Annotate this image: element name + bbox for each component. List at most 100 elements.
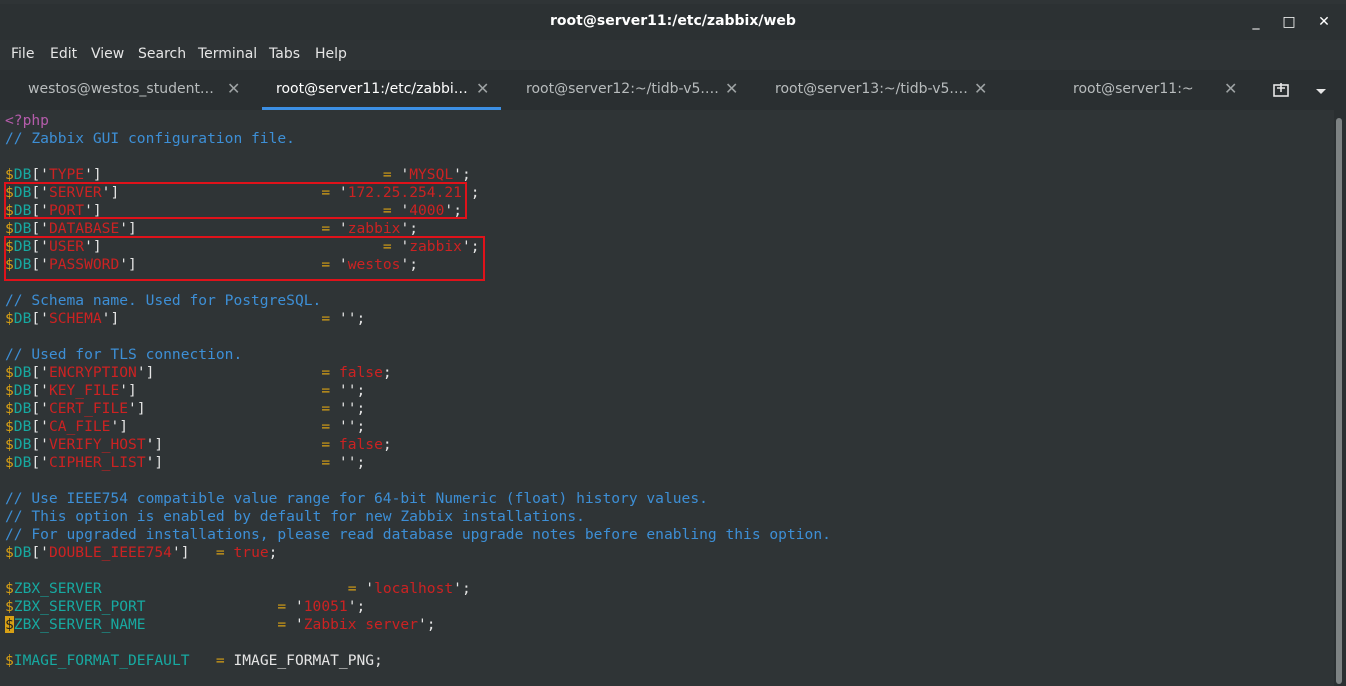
code-token: IMAGE_FORMAT_DEFAULT: [13, 652, 190, 669]
code-token: =: [321, 418, 339, 435]
code-token: =: [382, 166, 401, 183]
menu-search[interactable]: Search: [138, 46, 186, 62]
code-token: ': [365, 580, 375, 597]
code-token: ;: [426, 616, 436, 633]
code-token: ': [110, 418, 120, 435]
code-token: CIPHER_LIST: [48, 454, 146, 471]
code-token: // For upgraded installations, please re…: [5, 526, 831, 543]
code-token: ': [294, 616, 304, 633]
code-token: // This option is enabled by default for…: [5, 508, 585, 525]
menu-edit[interactable]: Edit: [50, 46, 77, 62]
code-token: =: [321, 454, 339, 471]
tab-menu-button[interactable]: [1310, 70, 1334, 110]
code-token: ': [136, 364, 146, 381]
code-token: // Schema name. Used for PostgreSQL.: [5, 292, 322, 309]
code-line: $DB['CIPHER_LIST'] = '';: [5, 454, 365, 472]
code-token: IMAGE_FORMAT_PNG;: [233, 652, 383, 669]
code-token: ]: [154, 454, 322, 471]
code-token: '': [338, 310, 357, 327]
menu-help[interactable]: Help: [315, 46, 347, 62]
tab-close-icon[interactable]: ✕: [974, 79, 987, 98]
code-token: $: [5, 220, 14, 237]
menu-bar: File Edit View Search Terminal Tabs Help: [0, 40, 1346, 70]
new-tab-button[interactable]: [1270, 70, 1294, 110]
code-token: ;: [356, 382, 366, 399]
code-token: zabbix: [347, 220, 401, 237]
code-token: DOUBLE_IEEE754: [48, 544, 172, 561]
code-token: ;: [356, 598, 366, 615]
chevron-down-icon: [1316, 89, 1326, 94]
code-token: '': [338, 382, 357, 399]
code-token: ': [119, 220, 129, 237]
code-token: =: [277, 598, 295, 615]
terminal-window: root@server11:/etc/zabbix/web _ □ ✕ File…: [0, 0, 1346, 686]
code-line: // For upgraded installations, please re…: [5, 526, 831, 544]
code-line: $ZBX_SERVER_PORT = '10051';: [5, 598, 365, 616]
code-token: $: [5, 310, 14, 327]
code-token: ': [400, 166, 410, 183]
minimize-button[interactable]: _: [1246, 12, 1266, 32]
tab-server13-tidb[interactable]: root@server13:~/tidb-v5.… ✕: [760, 70, 1000, 110]
code-token: MYSQL: [409, 166, 454, 183]
code-line: <?php: [5, 112, 49, 130]
tab-server11-home[interactable]: root@server11:~ ✕: [1010, 70, 1250, 110]
code-token: [': [31, 310, 49, 327]
code-token: [': [31, 364, 49, 381]
code-token: ;: [356, 310, 366, 327]
tab-server11-zabbix[interactable]: root@server11:/etc/zabbi… ✕: [262, 70, 501, 110]
code-line: $DB['DOUBLE_IEEE754'] = true;: [5, 544, 277, 562]
code-token: SCHEMA: [48, 310, 102, 327]
code-token: ;: [461, 580, 471, 597]
menu-view[interactable]: View: [91, 46, 124, 62]
code-token: DB: [13, 310, 32, 327]
tab-label: westos@westos_student…: [28, 81, 214, 97]
tab-label: root@server11:/etc/zabbi…: [276, 81, 468, 97]
tab-server12-tidb[interactable]: root@server12:~/tidb-v5.… ✕: [511, 70, 751, 110]
menu-file[interactable]: File: [11, 46, 34, 62]
title-bar: root@server11:/etc/zabbix/web _ □ ✕: [0, 4, 1346, 40]
menu-terminal[interactable]: Terminal: [198, 46, 257, 62]
code-token: ;: [268, 544, 278, 561]
code-token: [': [31, 544, 49, 561]
code-token: ZBX_SERVER: [13, 580, 102, 597]
code-token: =: [321, 310, 339, 327]
code-token: =: [321, 436, 339, 453]
code-token: Zabbix server: [303, 616, 418, 633]
code-token: CERT_FILE: [48, 400, 129, 417]
tab-close-icon[interactable]: ✕: [725, 79, 738, 98]
code-token: [': [31, 220, 49, 237]
code-token: ]: [92, 166, 383, 183]
code-token: DB: [13, 418, 32, 435]
code-token: [': [31, 400, 49, 417]
menu-tabs[interactable]: Tabs: [269, 46, 300, 62]
code-token: $: [5, 580, 14, 597]
code-token: =: [215, 544, 234, 561]
code-line: // Schema name. Used for PostgreSQL.: [5, 292, 321, 310]
code-token: TYPE: [48, 166, 85, 183]
scrollbar-thumb[interactable]: [1336, 118, 1342, 684]
code-token: ': [171, 544, 181, 561]
code-token: ;: [409, 220, 419, 237]
scrollbar[interactable]: [1334, 110, 1346, 686]
tab-close-icon[interactable]: ✕: [227, 79, 240, 98]
code-token: ': [400, 220, 410, 237]
code-line: $DB['CERT_FILE'] = '';: [5, 400, 365, 418]
tab-close-icon[interactable]: ✕: [1224, 79, 1237, 98]
code-token: $: [5, 400, 14, 417]
code-token: $: [5, 598, 14, 615]
code-token: ': [453, 166, 462, 183]
code-token: false: [338, 364, 383, 381]
code-token: ': [418, 616, 427, 633]
code-token: 10051: [303, 598, 348, 615]
maximize-button[interactable]: □: [1279, 12, 1299, 32]
tab-close-icon[interactable]: ✕: [476, 79, 489, 98]
close-button[interactable]: ✕: [1314, 12, 1334, 32]
code-token: ': [347, 598, 357, 615]
code-token: =: [321, 382, 339, 399]
code-token: ;: [470, 184, 480, 201]
code-token: DB: [13, 454, 32, 471]
code-token: '': [338, 454, 357, 471]
tab-westos-student[interactable]: westos@westos_student… ✕: [0, 70, 252, 110]
